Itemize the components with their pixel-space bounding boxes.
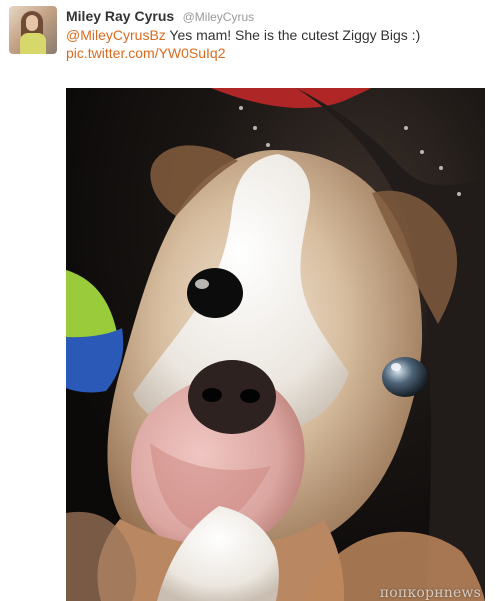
avatar-body [20, 33, 46, 54]
tweet-header: Miley Ray Cyrus @MileyCyrus [66, 8, 486, 26]
watermark: попкорнnews [379, 585, 481, 601]
avatar-face [26, 15, 38, 31]
tweet-text: @MileyCyrusBz Yes mam! She is the cutest… [66, 26, 486, 62]
tweet: Miley Ray Cyrus @MileyCyrus @MileyCyrusB… [0, 0, 500, 601]
right-eye [382, 357, 428, 397]
left-eye [187, 268, 243, 318]
photo-link[interactable]: pic.twitter.com/YW0SuIq2 [66, 45, 226, 61]
left-nostril [202, 388, 222, 402]
nose [188, 360, 276, 434]
right-nostril [240, 389, 260, 403]
tweet-message: Yes mam! She is the cutest Ziggy Bigs :) [165, 27, 421, 43]
puppy-photo[interactable]: попкорнnews [66, 88, 485, 601]
username[interactable]: @MileyCyrus [183, 10, 255, 24]
avatar[interactable] [9, 6, 57, 54]
display-name[interactable]: Miley Ray Cyrus [66, 8, 174, 24]
photo-image [66, 88, 485, 601]
left-eye-highlight [195, 279, 209, 289]
right-eye-highlight [391, 363, 401, 371]
mention-link[interactable]: @MileyCyrusBz [66, 27, 166, 43]
